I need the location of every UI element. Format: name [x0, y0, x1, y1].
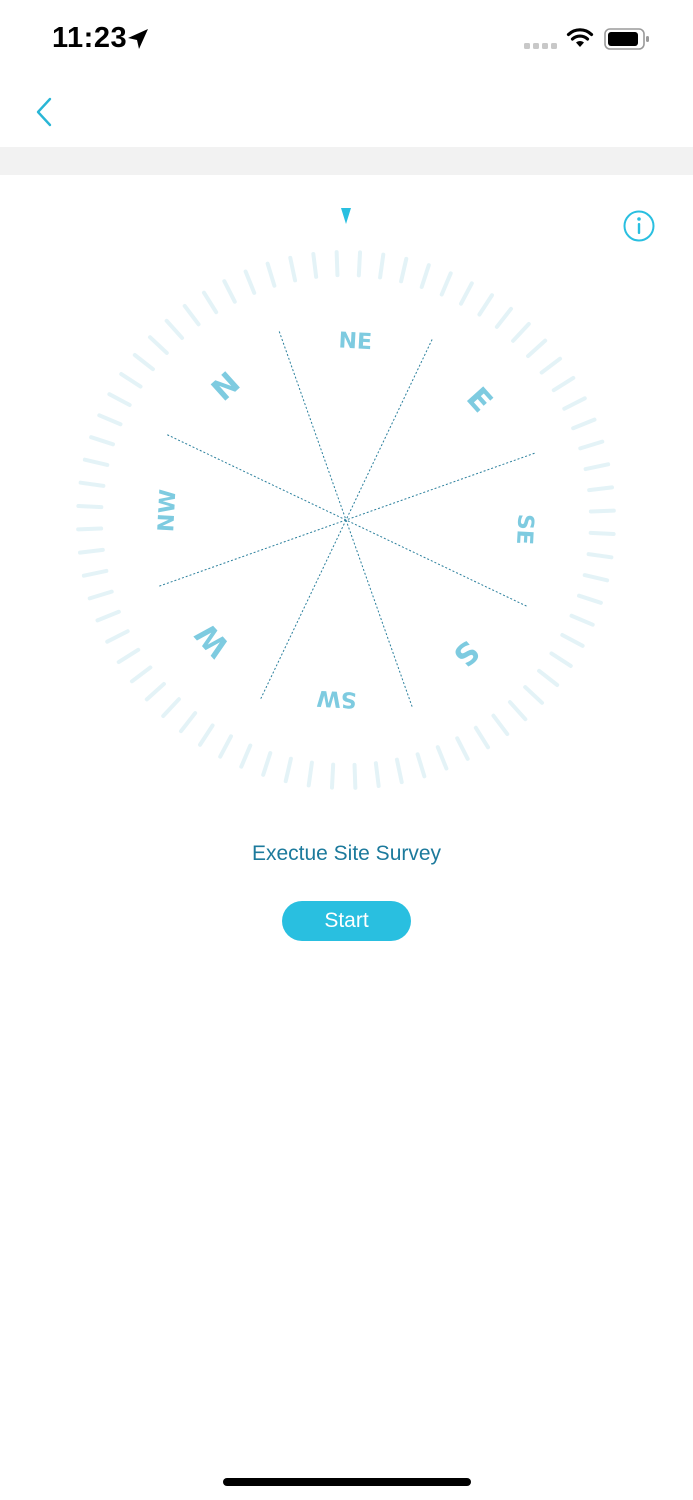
- compass-tick: [583, 462, 611, 472]
- back-chevron-icon[interactable]: [30, 92, 66, 132]
- compass-tick: [511, 321, 531, 343]
- compass-tick: [455, 736, 470, 761]
- compass-tick: [239, 743, 253, 769]
- compass-tick: [261, 751, 273, 777]
- compass-tick: [560, 633, 585, 648]
- compass-tick: [77, 547, 105, 555]
- compass-tick: [329, 762, 336, 790]
- compass-label-e: E: [459, 381, 499, 420]
- compass-tick: [129, 665, 153, 684]
- compass-tick: [352, 762, 358, 790]
- compass-tick: [415, 752, 427, 779]
- compass-tick: [76, 503, 104, 510]
- compass-tick: [82, 457, 110, 467]
- heading-triangle-icon: [341, 208, 351, 224]
- battery-icon: [604, 28, 649, 50]
- compass-tick: [373, 761, 381, 789]
- compass-tick: [147, 335, 169, 355]
- compass-tick: [477, 293, 494, 317]
- compass-tick: [394, 757, 404, 785]
- compass-tick: [144, 681, 166, 702]
- survey-title: Exectue Site Survey: [251, 842, 442, 865]
- section-divider: [0, 147, 693, 175]
- status-time: 11:23: [52, 22, 128, 54]
- compass-tick: [459, 281, 474, 306]
- compass-tick: [179, 711, 198, 734]
- compass-tick: [491, 713, 510, 737]
- compass-tick: [587, 485, 615, 493]
- compass-tick: [378, 252, 386, 280]
- compass-label-nw: NW: [154, 489, 181, 533]
- cellular-signal-icon: [524, 43, 557, 49]
- compass-tick: [283, 756, 293, 784]
- compass-tick: [182, 303, 201, 327]
- compass-tick: [119, 372, 143, 389]
- start-button[interactable]: Start: [282, 901, 411, 941]
- compass-tick: [198, 723, 215, 747]
- compass-tick: [97, 413, 123, 427]
- compass-tick: [87, 589, 114, 601]
- compass-tick: [81, 568, 109, 578]
- compass-tick: [507, 700, 528, 722]
- compass-tick: [586, 552, 614, 560]
- compass-tick: [523, 685, 545, 705]
- compass-tick: [116, 647, 141, 665]
- compass-tick: [526, 338, 548, 359]
- compass-tick: [399, 256, 409, 284]
- compass-tick: [588, 530, 616, 537]
- compass-tick: [569, 613, 595, 627]
- compass-tick: [539, 356, 563, 375]
- compass-tick: [494, 306, 513, 329]
- compass-tick: [334, 250, 340, 278]
- compass-tick: [132, 353, 155, 372]
- compass-tick: [549, 651, 573, 668]
- compass-tick: [243, 269, 257, 295]
- compass-tick: [76, 526, 104, 532]
- compass-tick: [571, 417, 597, 431]
- compass-tick: [78, 480, 106, 488]
- compass-tick: [439, 271, 453, 297]
- compass-tick: [265, 261, 277, 288]
- compass-label-n: N: [205, 366, 247, 409]
- compass-tick: [105, 629, 130, 644]
- compass-label-se: SE: [511, 513, 538, 545]
- compass-tick: [578, 439, 605, 451]
- compass-tick: [164, 318, 185, 340]
- compass-tick: [218, 734, 233, 759]
- compass-tick: [356, 250, 363, 278]
- compass-label-w: W: [189, 616, 237, 664]
- compass-tick: [419, 263, 431, 289]
- compass-tick: [537, 668, 560, 687]
- compass-tick: [306, 760, 314, 788]
- location-arrow-icon: [128, 29, 148, 49]
- compass-tick: [588, 508, 616, 514]
- compass-tick: [288, 255, 298, 283]
- compass-tick: [161, 697, 181, 719]
- home-indicator: [223, 1478, 471, 1486]
- compass-label-s: S: [446, 633, 485, 673]
- compass-tick: [107, 392, 132, 407]
- wifi-icon: [566, 28, 594, 47]
- compass-tick: [89, 435, 115, 447]
- status-bar: 11:23: [0, 0, 693, 80]
- navigation-bar: [0, 80, 693, 146]
- compass-tick: [577, 593, 603, 605]
- compass-label-ne: NE: [338, 328, 373, 355]
- compass-label-sw: SW: [316, 685, 357, 712]
- compass-ticks: [76, 250, 616, 790]
- compass-tick: [473, 725, 491, 750]
- compass-tick: [222, 279, 237, 304]
- compass-tick: [311, 251, 319, 279]
- compass-tick: [582, 573, 610, 583]
- compass-tick: [201, 290, 219, 315]
- compass-tick: [562, 396, 587, 411]
- compass-dial: N NE E SE S SW W NW: [76, 208, 616, 790]
- compass-tick: [551, 375, 576, 393]
- compass-tick: [95, 609, 121, 623]
- compass-tick: [435, 745, 449, 771]
